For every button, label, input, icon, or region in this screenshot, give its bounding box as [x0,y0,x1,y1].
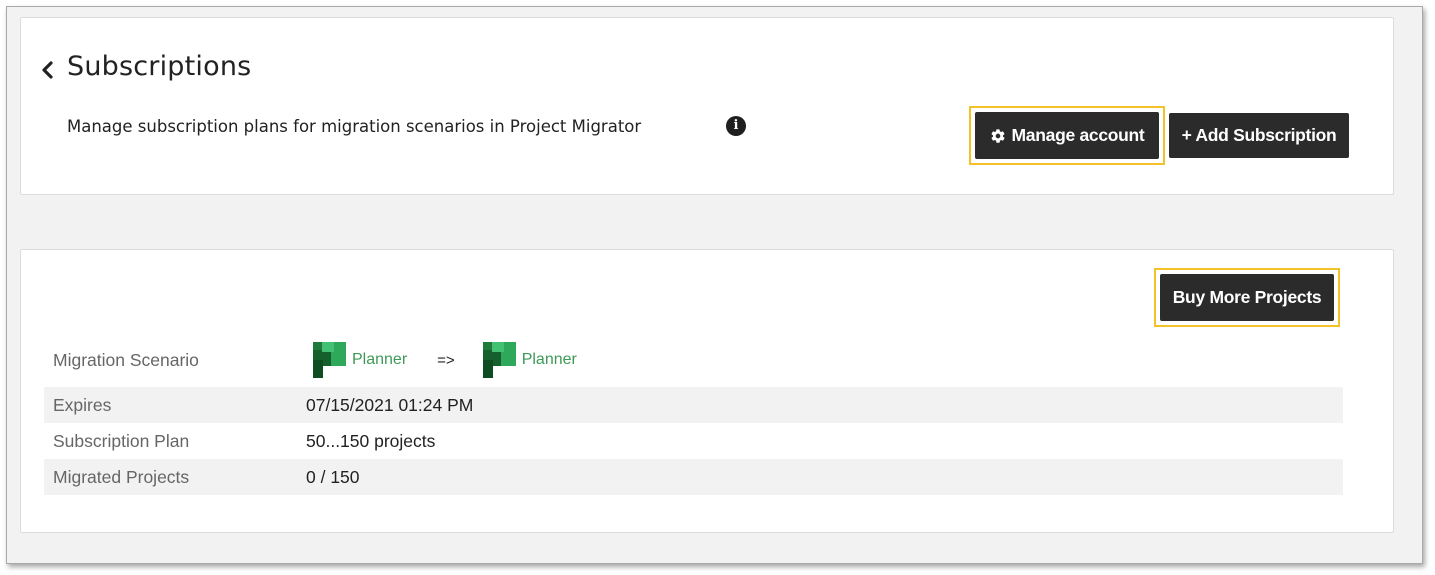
subscription-plan-value: 50...150 projects [306,430,436,451]
target-planner: Planner [482,342,577,378]
migration-scenario-label: Migration Scenario [53,349,199,370]
back-chevron-icon[interactable] [37,58,59,82]
migration-scenario-value: Planner => Planner [313,342,577,378]
manage-account-label: Manage account [1011,125,1145,145]
page-title: Subscriptions [67,51,252,82]
source-planner-label: Planner [352,351,408,368]
add-subscription-button[interactable]: + Add Subscription [1169,113,1349,158]
subscription-plan-label: Subscription Plan [53,430,190,451]
manage-account-button[interactable]: Manage account [975,112,1159,159]
planner-logo-icon [313,342,346,378]
gear-icon [991,128,1005,143]
app-frame: Subscriptions Manage subscription plans … [6,6,1423,564]
scenario-arrow: => [437,351,455,369]
migration-scenario-row: Migration Scenario Planner => Planner [44,339,1343,381]
migrated-projects-value: 0 / 150 [306,466,360,487]
subscriptions-header-card: Subscriptions Manage subscription plans … [20,17,1394,195]
table-row: Subscription Plan 50...150 projects [44,423,1343,459]
source-planner: Planner [313,342,407,378]
manage-account-highlight: Manage account [969,106,1165,165]
migrated-projects-label: Migrated Projects [53,466,190,487]
table-row: Expires 07/15/2021 01:24 PM [44,387,1343,423]
planner-logo-icon [482,342,516,378]
target-planner-label: Planner [521,351,577,368]
expires-value: 07/15/2021 01:24 PM [306,394,474,415]
page-description: Manage subscription plans for migration … [67,117,642,136]
expires-label: Expires [53,394,112,415]
buy-more-projects-button[interactable]: Buy More Projects [1160,274,1334,321]
table-row: Migrated Projects 0 / 150 [44,459,1343,495]
info-icon[interactable]: i [726,116,746,136]
buy-more-highlight: Buy More Projects [1154,268,1340,327]
